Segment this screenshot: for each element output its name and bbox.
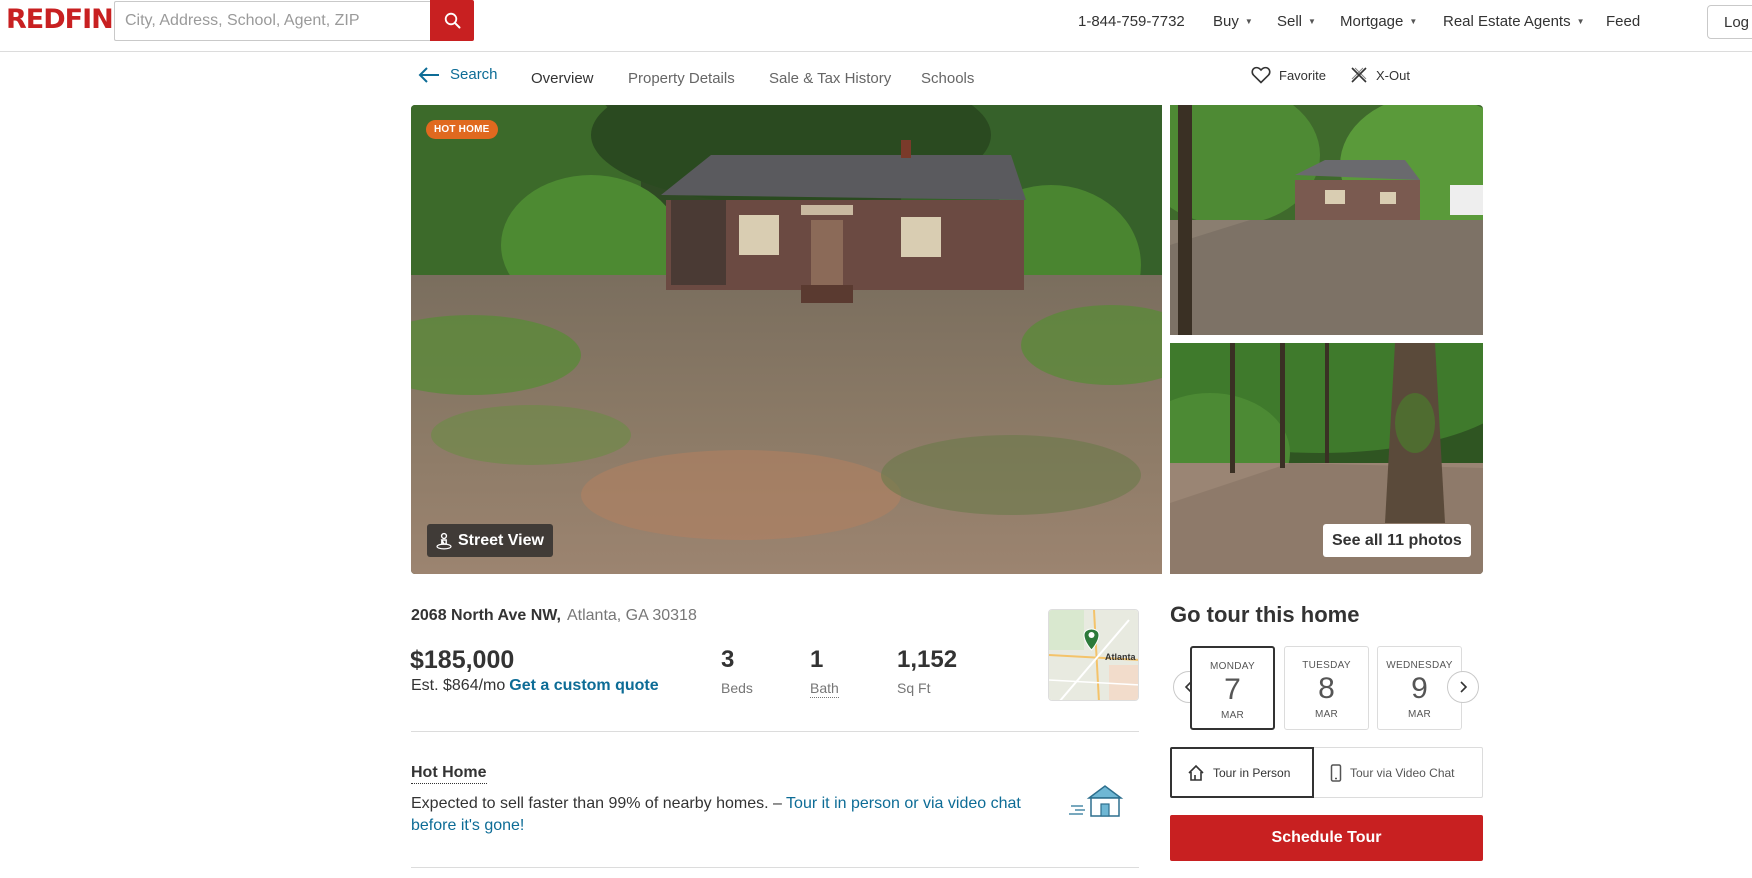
listing-address: 2068 North Ave NW, Atlanta, GA 30318 bbox=[411, 607, 697, 625]
yard-photo-image bbox=[1170, 105, 1483, 335]
top-header: REDFIN 1-844-759-7732 Buy ▼ Sell ▼ Mortgag… bbox=[0, 0, 1752, 52]
hot-home-badge: HOT HOME bbox=[426, 120, 498, 139]
hot-home-house-icon bbox=[1069, 785, 1124, 817]
house-icon bbox=[1188, 764, 1204, 781]
nav-real-estate-agents[interactable]: Real Estate Agents ▼ bbox=[1443, 13, 1585, 30]
hot-home-title[interactable]: Hot Home bbox=[411, 764, 487, 784]
day-month: MAR bbox=[1407, 709, 1432, 720]
day-number: 8 bbox=[1318, 672, 1335, 705]
custom-quote-link[interactable]: Get a custom quote bbox=[509, 677, 658, 694]
street-address: 2068 North Ave NW, bbox=[411, 607, 561, 624]
heart-icon bbox=[1251, 66, 1271, 84]
map-city-label: Atlanta bbox=[1105, 652, 1136, 662]
baths-value: 1 bbox=[810, 646, 824, 673]
day-month: MAR bbox=[1220, 710, 1245, 721]
house-photo-image bbox=[411, 105, 1162, 574]
beds-label: Beds bbox=[721, 680, 753, 696]
section-divider bbox=[411, 731, 1139, 732]
day-month: MAR bbox=[1314, 709, 1339, 720]
tour-in-person-label: Tour in Person bbox=[1213, 765, 1291, 780]
redfin-logo[interactable]: REDFIN bbox=[6, 4, 114, 35]
caret-down-icon: ▼ bbox=[1576, 17, 1585, 26]
city-state-zip: Atlanta, GA 30318 bbox=[566, 607, 697, 624]
xout-label: X-Out bbox=[1376, 67, 1410, 83]
street-view-person-icon bbox=[436, 532, 452, 550]
arrow-left-icon bbox=[418, 66, 439, 83]
day-card-tuesday[interactable]: TUESDAY 8 MAR bbox=[1284, 646, 1369, 730]
nav-buy[interactable]: Buy ▼ bbox=[1213, 13, 1253, 30]
section-divider bbox=[411, 867, 1139, 868]
beds-stat: 3 Beds bbox=[721, 646, 753, 696]
hot-home-text: Expected to sell faster than 99% of near… bbox=[411, 795, 787, 812]
street-view-button[interactable]: Street View bbox=[427, 524, 553, 557]
xout-button[interactable]: X-Out bbox=[1350, 66, 1410, 84]
beds-value: 3 bbox=[721, 646, 735, 673]
baths-stat: 1 Bath bbox=[810, 646, 839, 698]
search-input[interactable] bbox=[114, 1, 430, 41]
sqft-value: 1,152 bbox=[897, 646, 958, 673]
caret-down-icon: ▼ bbox=[1409, 17, 1418, 26]
nav-buy-label: Buy bbox=[1213, 13, 1239, 30]
est-payment-text: Est. $864/mo bbox=[411, 677, 506, 694]
next-days-button[interactable] bbox=[1447, 671, 1479, 703]
day-card-monday[interactable]: MONDAY 7 MAR bbox=[1190, 646, 1275, 730]
tour-video-chat-option[interactable]: Tour via Video Chat bbox=[1314, 747, 1483, 798]
tour-section-title: Go tour this home bbox=[1170, 602, 1360, 627]
tour-in-person-option[interactable]: Tour in Person bbox=[1170, 747, 1314, 798]
phone-icon bbox=[1330, 763, 1342, 782]
chevron-right-icon bbox=[1460, 681, 1468, 693]
listing-price: $185,000 bbox=[410, 646, 515, 674]
tab-property-details[interactable]: Property Details bbox=[628, 70, 735, 87]
schedule-tour-button[interactable]: Schedule Tour bbox=[1170, 815, 1483, 861]
nav-mortgage[interactable]: Mortgage ▼ bbox=[1340, 13, 1417, 30]
favorite-button[interactable]: Favorite bbox=[1251, 66, 1326, 84]
search-button[interactable] bbox=[430, 0, 474, 41]
tab-sale-tax-history[interactable]: Sale & Tax History bbox=[769, 70, 891, 87]
day-name: WEDNESDAY bbox=[1386, 660, 1453, 671]
mini-map-thumbnail[interactable]: Atlanta bbox=[1048, 609, 1139, 701]
tab-schools[interactable]: Schools bbox=[921, 70, 974, 87]
street-view-label: Street View bbox=[458, 531, 544, 549]
estimated-payment: Est. $864/mo Get a custom quote bbox=[411, 677, 659, 695]
back-to-search-link[interactable]: Search bbox=[418, 66, 498, 83]
secondary-photo-1[interactable] bbox=[1170, 105, 1483, 335]
day-name: TUESDAY bbox=[1302, 660, 1351, 671]
main-listing-photo[interactable] bbox=[411, 105, 1162, 574]
x-out-icon bbox=[1351, 67, 1367, 83]
sqft-label: Sq Ft bbox=[897, 680, 931, 696]
back-link-label: Search bbox=[450, 66, 498, 83]
nav-sell[interactable]: Sell ▼ bbox=[1277, 13, 1316, 30]
day-number: 7 bbox=[1224, 673, 1241, 706]
login-button[interactable]: Log bbox=[1707, 5, 1752, 39]
see-all-photos-button[interactable]: See all 11 photos bbox=[1323, 524, 1471, 557]
tour-video-chat-label: Tour via Video Chat bbox=[1350, 765, 1455, 780]
caret-down-icon: ▼ bbox=[1244, 17, 1253, 26]
tab-overview[interactable]: Overview bbox=[531, 70, 594, 87]
favorite-label: Favorite bbox=[1279, 67, 1326, 83]
hot-home-description: Expected to sell faster than 99% of near… bbox=[411, 793, 1061, 837]
nav-agents-label: Real Estate Agents bbox=[1443, 13, 1571, 30]
phone-number[interactable]: 1-844-759-7732 bbox=[1078, 13, 1185, 30]
nav-sell-label: Sell bbox=[1277, 13, 1303, 30]
nav-feed[interactable]: Feed bbox=[1606, 13, 1640, 30]
search-icon bbox=[444, 12, 460, 29]
day-name: MONDAY bbox=[1210, 661, 1255, 672]
nav-mortgage-label: Mortgage bbox=[1340, 13, 1404, 30]
baths-label[interactable]: Bath bbox=[810, 680, 839, 698]
sqft-stat: 1,152 Sq Ft bbox=[897, 646, 957, 696]
caret-down-icon: ▼ bbox=[1308, 17, 1316, 26]
